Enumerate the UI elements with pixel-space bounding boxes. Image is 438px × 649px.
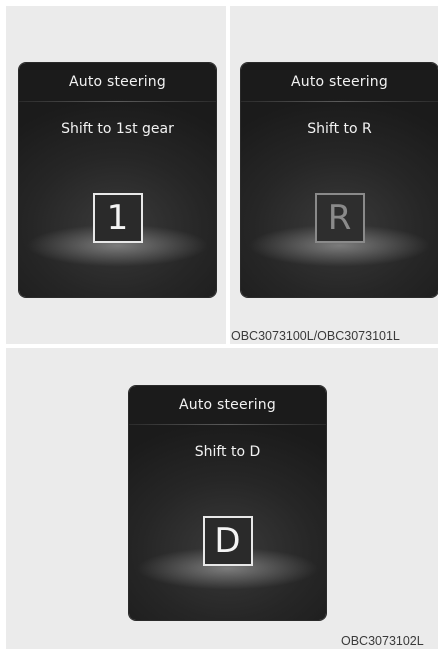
cluster-screen-gear-d: Auto steering Shift to D D xyxy=(129,386,326,620)
screen-title: Auto steering xyxy=(69,74,166,90)
screen-divider xyxy=(129,424,326,425)
figure-caption-bottom: OBC3073102L xyxy=(341,634,424,648)
figure-caption-top: OBC3073100L/OBC3073101L xyxy=(231,329,400,343)
gear-indicator: R xyxy=(314,193,365,243)
screen-message: Shift to 1st gear xyxy=(61,121,174,137)
screen-title: Auto steering xyxy=(179,397,276,413)
screen-message: Shift to R xyxy=(307,121,372,137)
cluster-screen-gear-r: Auto steering Shift to R R xyxy=(241,63,438,297)
gear-indicator: 1 xyxy=(92,193,143,243)
cluster-screen-gear-1: Auto steering Shift to 1st gear 1 xyxy=(19,63,216,297)
screen-divider xyxy=(241,101,438,102)
gear-indicator: D xyxy=(202,516,253,566)
screen-message: Shift to D xyxy=(194,444,261,460)
screen-title: Auto steering xyxy=(291,74,388,90)
screen-divider xyxy=(19,101,216,102)
